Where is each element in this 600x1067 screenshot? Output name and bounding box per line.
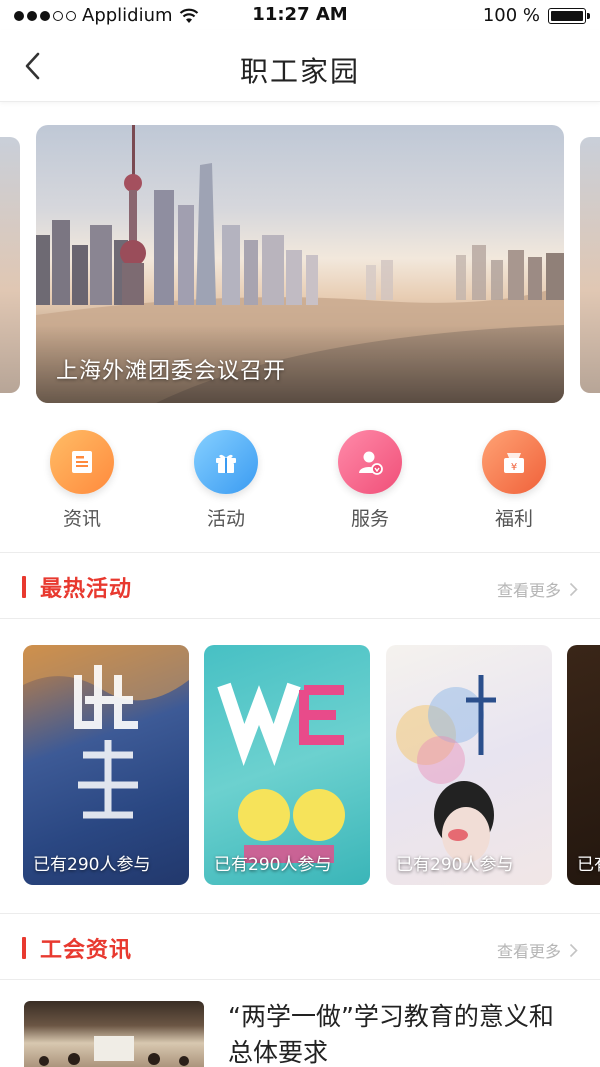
card-participant-count: 已有290人参与 <box>33 855 151 875</box>
activity-cards: 已有290人参与 已有290人参与 已有290人参与 已有 <box>0 645 600 885</box>
more-link-label: 查看更多 <box>496 942 561 961</box>
quick-item-welfare[interactable]: ¥ 福利 <box>464 430 564 531</box>
section-accent-bar <box>22 576 26 598</box>
news-list-item[interactable]: “两学一做”学习教育的意义和总体要求 <box>0 995 600 1067</box>
divider <box>0 979 600 980</box>
banner-caption: 上海外滩团委会议召开 <box>56 359 287 384</box>
status-right: 100 % <box>482 5 590 26</box>
news-icon <box>50 430 114 494</box>
activity-card[interactable]: 已有 <box>567 645 600 885</box>
card-image <box>217 682 345 863</box>
carousel-next-card[interactable] <box>580 137 600 393</box>
card-participant-count: 已有290人参与 <box>396 855 514 875</box>
banner-slide[interactable]: 上海外滩团委会议召开 <box>36 125 564 403</box>
more-link-news[interactable]: 查看更多 <box>497 938 578 962</box>
carousel-prev-card[interactable] <box>0 137 20 393</box>
chevron-right-icon <box>569 582 578 596</box>
quick-menu: 资讯 活动 服务 ¥ 福利 <box>0 430 600 540</box>
more-link-hot[interactable]: 查看更多 <box>497 577 578 601</box>
nav-bar: 职工家园 <box>0 30 600 102</box>
more-link-label: 查看更多 <box>496 581 561 600</box>
quick-item-service[interactable]: 服务 <box>320 430 420 531</box>
card-participant-count: 已有290人参与 <box>214 855 332 875</box>
section-title-hot: 最热活动 <box>40 577 133 602</box>
section-accent-bar <box>22 937 26 959</box>
quick-item-news[interactable]: 资讯 <box>32 430 132 531</box>
banner-carousel[interactable]: 上海外滩团委会议召开 <box>0 125 600 405</box>
section-title-news: 工会资讯 <box>40 938 133 963</box>
card-image <box>23 645 189 819</box>
quick-item-activity[interactable]: 活动 <box>176 430 276 531</box>
section-header-news: 工会资讯 查看更多 <box>0 916 600 980</box>
activity-card[interactable]: 已有290人参与 <box>386 645 552 885</box>
battery-percent: 100 % <box>482 5 540 26</box>
activity-card[interactable]: 已有290人参与 <box>23 645 189 885</box>
news-thumbnail <box>24 1001 204 1067</box>
activity-card[interactable]: 已有290人参与 <box>204 645 370 885</box>
divider <box>0 552 600 553</box>
section-header-hot: 最热活动 查看更多 <box>0 555 600 619</box>
quick-label-service: 服务 <box>350 508 389 530</box>
card-image <box>396 675 496 863</box>
service-user-icon <box>338 430 402 494</box>
page-title: 职工家园 <box>239 55 360 88</box>
quick-label-activity: 活动 <box>206 508 245 530</box>
news-title: “两学一做”学习教育的意义和总体要求 <box>228 1002 554 1067</box>
welfare-bag-icon: ¥ <box>482 430 546 494</box>
quick-label-welfare: 福利 <box>494 508 533 530</box>
quick-label-news: 资讯 <box>62 508 101 530</box>
svg-text:¥: ¥ <box>511 462 517 473</box>
divider <box>0 913 600 914</box>
divider <box>0 618 600 619</box>
chevron-right-icon <box>569 943 578 957</box>
status-bar: Applidium 11:27 AM 100 % <box>0 0 600 30</box>
battery-icon <box>548 7 590 24</box>
gift-icon <box>194 430 258 494</box>
card-participant-count: 已有 <box>577 855 600 875</box>
